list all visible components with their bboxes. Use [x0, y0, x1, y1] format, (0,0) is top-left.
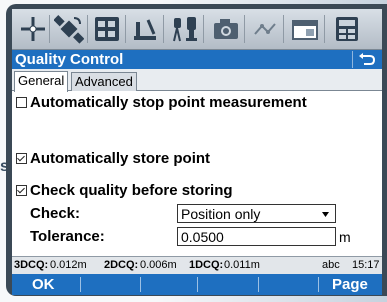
dcq2-label: 2DCQ: — [104, 259, 139, 271]
auto-stop-checkbox[interactable] — [16, 97, 27, 108]
softkey-bar: OK Page — [12, 274, 382, 295]
ok-button[interactable]: OK — [32, 274, 55, 295]
check-select[interactable]: Position only — [177, 204, 336, 223]
softkey-divider — [197, 277, 198, 292]
device-screen: Quality Control General Advanced Automat… — [12, 9, 382, 295]
dcq3-value: 0.012m — [50, 259, 87, 271]
check-label: Check: — [30, 205, 81, 222]
softkey-divider — [140, 277, 141, 292]
toolbar — [12, 9, 382, 50]
tab-general-label: General — [18, 73, 65, 88]
check-quality-checkbox[interactable] — [16, 185, 27, 196]
status-bar: 3DCQ: 0.012m 2DCQ: 0.006m 1DCQ: 0.011m a… — [12, 256, 382, 274]
dcq3-label: 3DCQ: — [14, 259, 49, 271]
return-icon — [359, 53, 376, 65]
tab-advanced[interactable]: Advanced — [71, 72, 137, 91]
page-title: Quality Control — [15, 51, 124, 68]
auto-store-checkbox[interactable] — [16, 153, 27, 164]
keypad-icon[interactable] — [92, 14, 122, 44]
tab-strip: General Advanced — [12, 69, 382, 92]
satellite-icon[interactable] — [54, 14, 84, 44]
tolerance-value: 0.0500 — [181, 229, 224, 245]
back-button[interactable] — [352, 51, 379, 68]
tab-advanced-label: Advanced — [75, 74, 133, 89]
clock: 15:17 — [352, 259, 380, 271]
window-icon[interactable] — [290, 14, 320, 44]
dcq1-label: 1DCQ: — [189, 259, 224, 271]
dcq1-value: 0.011m — [224, 259, 260, 271]
calculator-icon[interactable] — [332, 14, 362, 44]
title-bar: Quality Control — [12, 50, 382, 69]
dcq2-value: 0.006m — [140, 259, 177, 271]
camera-icon[interactable] — [211, 14, 241, 44]
check-select-value: Position only — [181, 206, 261, 222]
softkey-divider — [258, 277, 259, 292]
auto-stop-label[interactable]: Automatically stop point measurement — [30, 94, 307, 111]
softkey-divider — [80, 277, 81, 292]
chevron-down-icon — [322, 212, 329, 217]
page-button[interactable]: Page — [332, 274, 368, 295]
map-icon[interactable] — [250, 14, 280, 44]
tolerance-input[interactable]: 0.0500 — [177, 227, 336, 246]
crosshair-icon[interactable] — [18, 14, 48, 44]
auto-store-label[interactable]: Automatically store point — [30, 150, 210, 167]
level-icon[interactable] — [130, 14, 160, 44]
input-mode: abc — [322, 259, 340, 271]
check-quality-label[interactable]: Check quality before storing — [30, 182, 233, 199]
softkey-divider — [318, 277, 319, 292]
tolerance-unit: m — [339, 229, 351, 245]
tolerance-label: Tolerance: — [30, 228, 105, 245]
tab-general[interactable]: General — [14, 71, 69, 92]
tripod-icon[interactable] — [170, 14, 200, 44]
